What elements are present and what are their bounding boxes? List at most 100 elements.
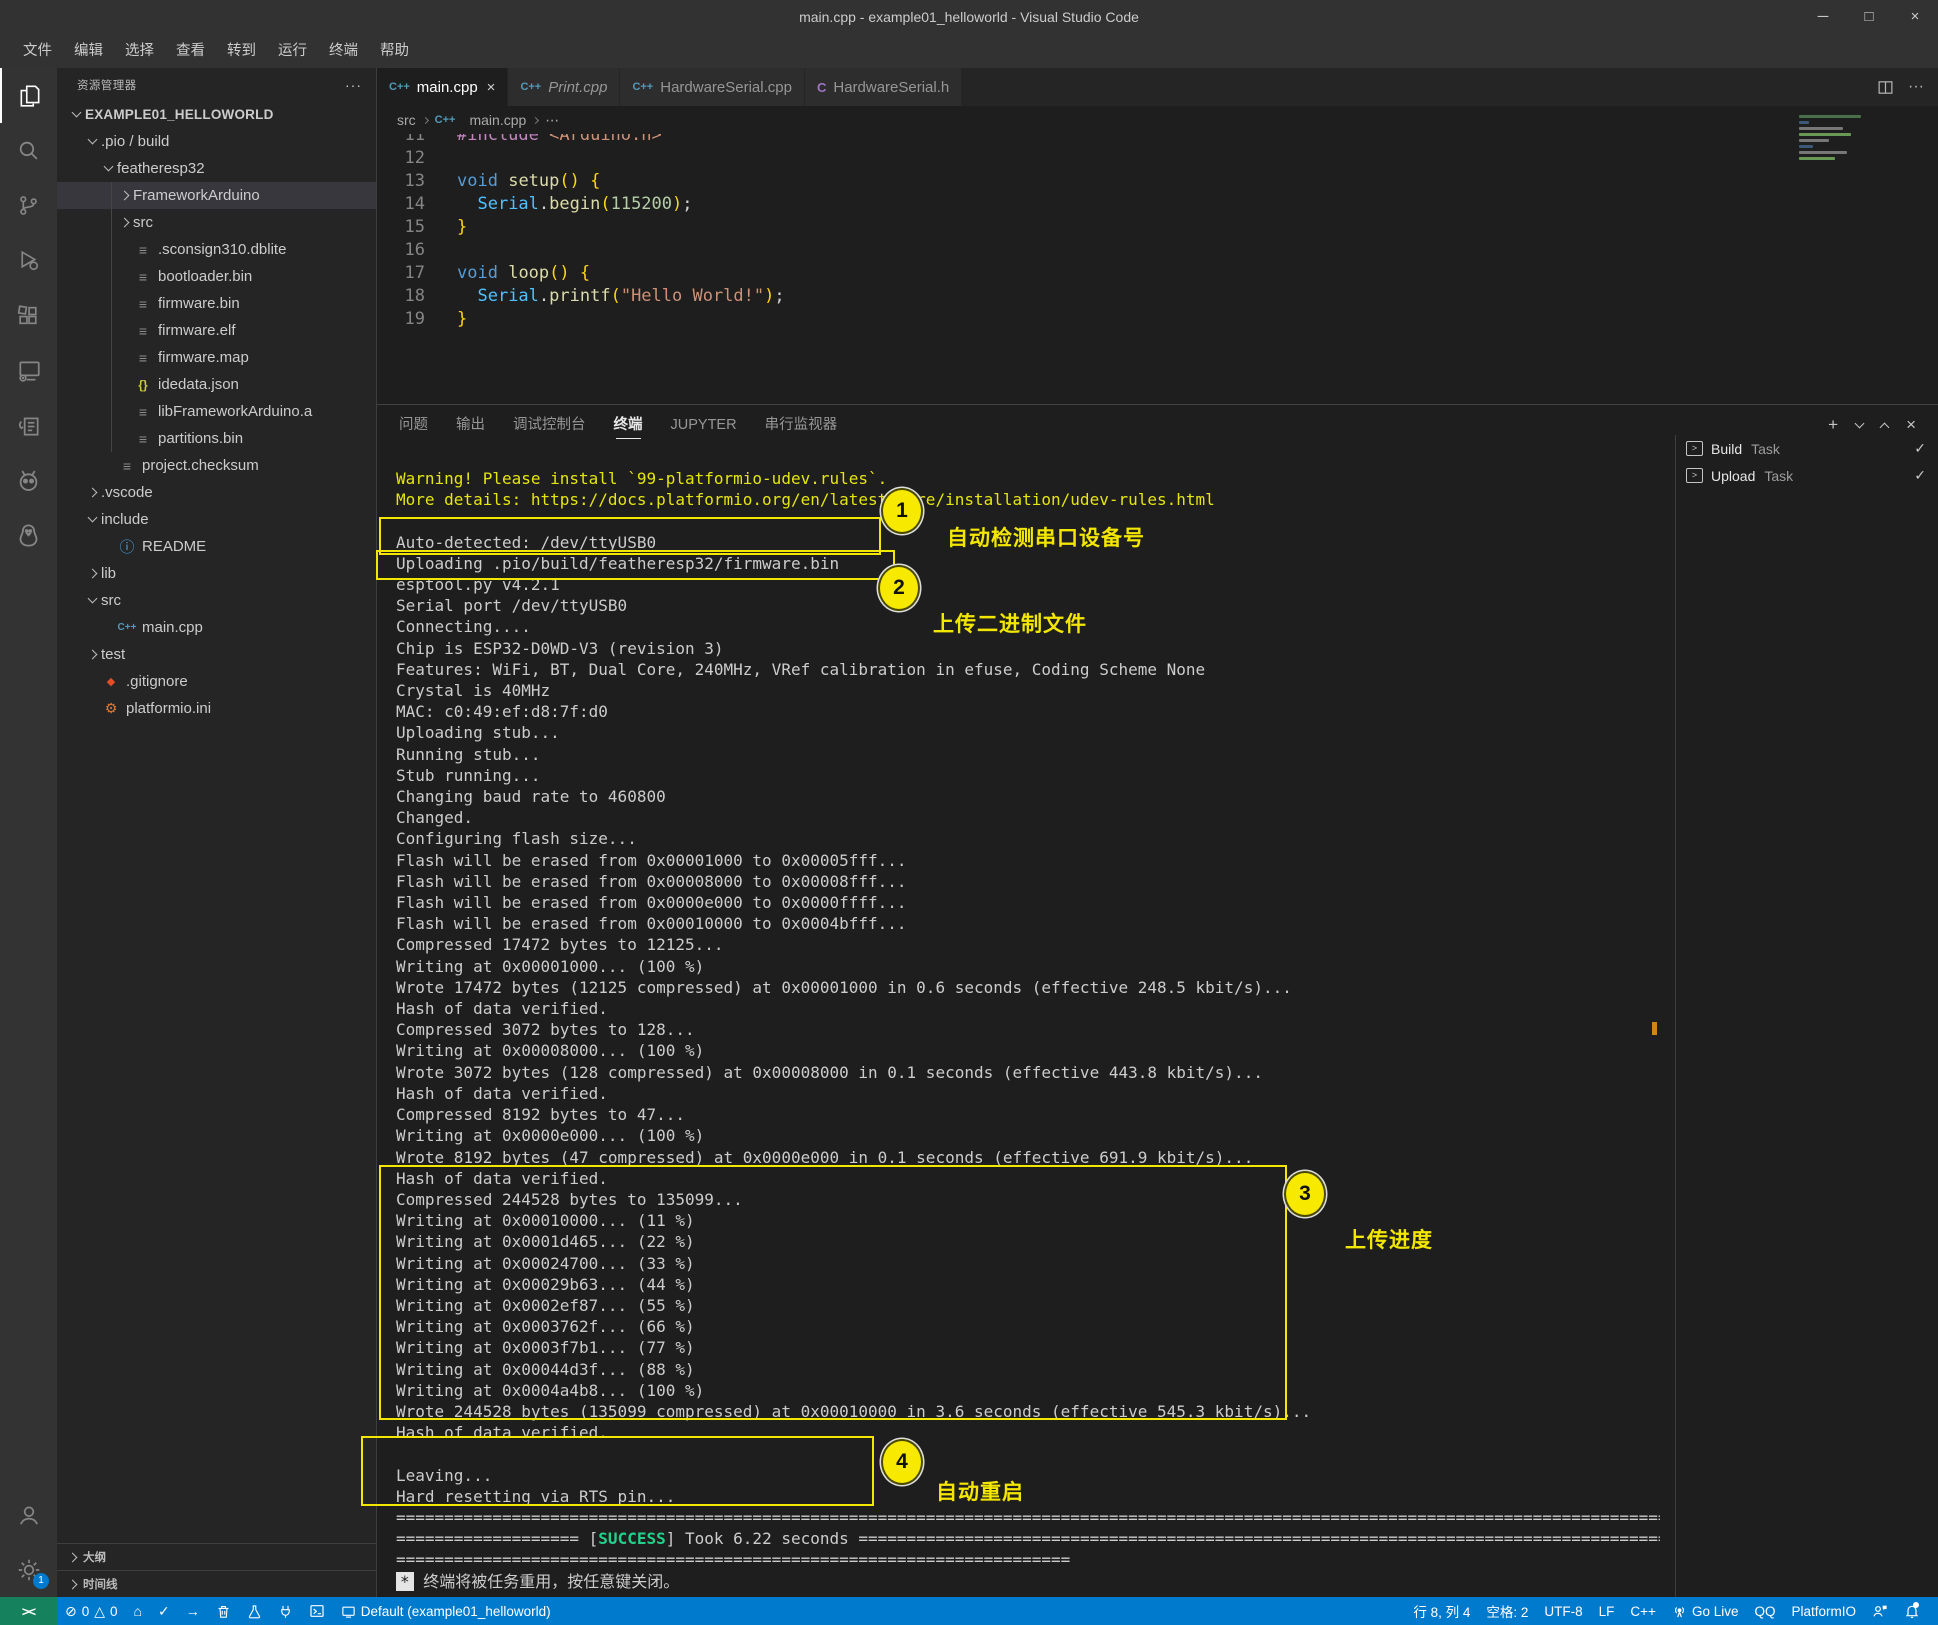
tree-item[interactable]: ⚙platformio.ini xyxy=(57,695,376,722)
timeline-section[interactable]: 时间线 xyxy=(57,1570,376,1597)
editor-tab-hardwareserial-h[interactable]: CHardwareSerial.h xyxy=(805,68,962,106)
pio-home-button[interactable]: ⌂ xyxy=(126,1597,150,1625)
outline-section[interactable]: 大纲 xyxy=(57,1543,376,1570)
new-terminal-icon[interactable]: + xyxy=(1828,415,1838,435)
problems-status[interactable]: ⊘0 △0 xyxy=(57,1597,126,1625)
activity-run-debug[interactable] xyxy=(0,233,57,288)
activity-task-runner[interactable] xyxy=(0,398,57,453)
pio-upload-button[interactable]: → xyxy=(178,1597,208,1625)
pio-env-switcher[interactable]: Default (example01_helloworld) xyxy=(333,1597,559,1625)
notifications-button[interactable] xyxy=(1896,1597,1928,1625)
menu-item[interactable]: 查看 xyxy=(165,34,216,68)
activity-account[interactable] xyxy=(0,1487,57,1542)
editor-tab-main-cpp[interactable]: C++main.cpp× xyxy=(377,68,508,106)
pio-build-button[interactable]: ✓ xyxy=(150,1597,178,1625)
remote-indicator[interactable]: >< xyxy=(0,1597,57,1625)
tree-item[interactable]: ≡libFrameworkArduino.a xyxy=(57,398,376,425)
terminal-scrollbar-marker[interactable] xyxy=(1652,1022,1657,1035)
tree-item[interactable]: ≡firmware.bin xyxy=(57,290,376,317)
tree-item[interactable]: .pio / build xyxy=(57,128,376,155)
pio-serial-monitor-button[interactable] xyxy=(270,1597,301,1625)
platformio-status[interactable]: PlatformIO xyxy=(1783,1597,1864,1625)
eol-sequence[interactable]: LF xyxy=(1591,1597,1623,1625)
minimize-button[interactable]: ─ xyxy=(1800,0,1846,34)
go-live-button[interactable]: Go Live xyxy=(1664,1597,1747,1625)
menu-item[interactable]: 运行 xyxy=(267,34,318,68)
panel-tab-item[interactable]: 串行监视器 xyxy=(765,405,838,445)
code-editor[interactable]: 11#include <Arduino.h>1213void setup() {… xyxy=(377,134,1938,404)
more-actions-icon[interactable]: ··· xyxy=(1908,78,1924,96)
maximize-panel-icon[interactable] xyxy=(1880,422,1890,432)
editor-tab-print-cpp[interactable]: C++Print.cpp xyxy=(508,68,620,106)
breadcrumb-more[interactable]: ⋯ xyxy=(545,112,559,129)
panel-tab-active[interactable]: 终端 xyxy=(614,405,643,445)
tree-item[interactable]: ≡.sconsign310.dblite xyxy=(57,236,376,263)
breadcrumb[interactable]: src C++ main.cpp ⋯ xyxy=(377,106,1938,134)
tree-item[interactable]: src xyxy=(57,209,376,236)
panel-tab-item[interactable]: 输出 xyxy=(456,405,485,445)
close-button[interactable]: × xyxy=(1892,0,1938,34)
maximize-button[interactable]: □ xyxy=(1846,0,1892,34)
panel-tab-item[interactable]: 调试控制台 xyxy=(513,405,586,445)
terminal-dropdown-icon[interactable] xyxy=(1855,418,1865,428)
menu-item[interactable]: 编辑 xyxy=(63,34,114,68)
tree-item[interactable]: include xyxy=(57,506,376,533)
panel-tab-item[interactable]: JUPYTER xyxy=(671,405,737,445)
tree-item[interactable]: ≡bootloader.bin xyxy=(57,263,376,290)
tree-item[interactable]: ≡project.checksum xyxy=(57,452,376,479)
terminal-line: Compressed 8192 bytes to 47... xyxy=(396,1104,1660,1125)
activity-platformio[interactable] xyxy=(0,453,57,508)
tree-item[interactable]: EXAMPLE01_HELLOWORLD xyxy=(57,101,376,128)
check-icon: ✓ xyxy=(158,1603,170,1620)
menu-item[interactable]: 转到 xyxy=(216,34,267,68)
tree-item[interactable]: C++main.cpp xyxy=(57,614,376,641)
tree-item[interactable]: ⓘREADME xyxy=(57,533,376,560)
tree-item[interactable]: ≡firmware.elf xyxy=(57,317,376,344)
indentation[interactable]: 空格: 2 xyxy=(1478,1597,1536,1625)
cursor-position[interactable]: 行 8, 列 4 xyxy=(1405,1597,1478,1625)
task-item-upload[interactable]: >UploadTask✓ xyxy=(1676,462,1938,489)
pio-test-button[interactable] xyxy=(239,1597,270,1625)
language-mode[interactable]: C++ xyxy=(1622,1597,1664,1625)
terminal-task-icon: > xyxy=(1686,468,1703,483)
task-item-build[interactable]: >BuildTask✓ xyxy=(1676,435,1938,462)
ini-file-icon: ⚙ xyxy=(101,700,121,717)
tree-item[interactable]: FrameworkArduino xyxy=(57,182,376,209)
qq-extension[interactable]: QQ xyxy=(1746,1597,1783,1625)
feedback-button[interactable] xyxy=(1864,1597,1896,1625)
menu-item[interactable]: 终端 xyxy=(318,34,369,68)
tree-item[interactable]: ≡partitions.bin xyxy=(57,425,376,452)
activity-search[interactable] xyxy=(0,123,57,178)
breadcrumb-file[interactable]: main.cpp xyxy=(469,112,526,128)
tree-item[interactable]: ≡firmware.map xyxy=(57,344,376,371)
tree-item[interactable]: featheresp32 xyxy=(57,155,376,182)
panel-tab-item[interactable]: 问题 xyxy=(399,405,428,445)
activity-extensions[interactable] xyxy=(0,288,57,343)
editor-tab-hardwareserial-cpp[interactable]: C++HardwareSerial.cpp xyxy=(620,68,805,106)
terminal-output[interactable]: Warning! Please install `99-platformio-u… xyxy=(396,468,1660,1593)
tree-item[interactable]: .vscode xyxy=(57,479,376,506)
split-editor-icon[interactable] xyxy=(1877,79,1894,96)
activity-settings[interactable]: 1 xyxy=(0,1542,57,1597)
menu-item[interactable]: 帮助 xyxy=(369,34,420,68)
menu-item[interactable]: 选择 xyxy=(114,34,165,68)
activity-explorer[interactable] xyxy=(0,68,57,123)
tree-item[interactable]: src xyxy=(57,587,376,614)
minimap[interactable] xyxy=(1795,112,1895,237)
tree-item[interactable]: ◆.gitignore xyxy=(57,668,376,695)
tree-item-label: firmware.bin xyxy=(158,295,240,312)
encoding[interactable]: UTF-8 xyxy=(1536,1597,1590,1625)
activity-linux-toolchain[interactable] xyxy=(0,508,57,563)
pio-clean-button[interactable] xyxy=(208,1597,239,1625)
tree-item[interactable]: lib xyxy=(57,560,376,587)
menu-item[interactable]: 文件 xyxy=(12,34,63,68)
breadcrumb-folder[interactable]: src xyxy=(397,112,416,128)
sidebar-more-actions[interactable]: ··· xyxy=(345,77,362,93)
tree-item[interactable]: test xyxy=(57,641,376,668)
activity-source-control[interactable] xyxy=(0,178,57,233)
close-panel-icon[interactable]: × xyxy=(1906,415,1916,435)
pio-terminal-button[interactable] xyxy=(301,1597,333,1625)
activity-remote-explorer[interactable] xyxy=(0,343,57,398)
close-tab-icon[interactable]: × xyxy=(487,79,496,96)
tree-item[interactable]: {}idedata.json xyxy=(57,371,376,398)
